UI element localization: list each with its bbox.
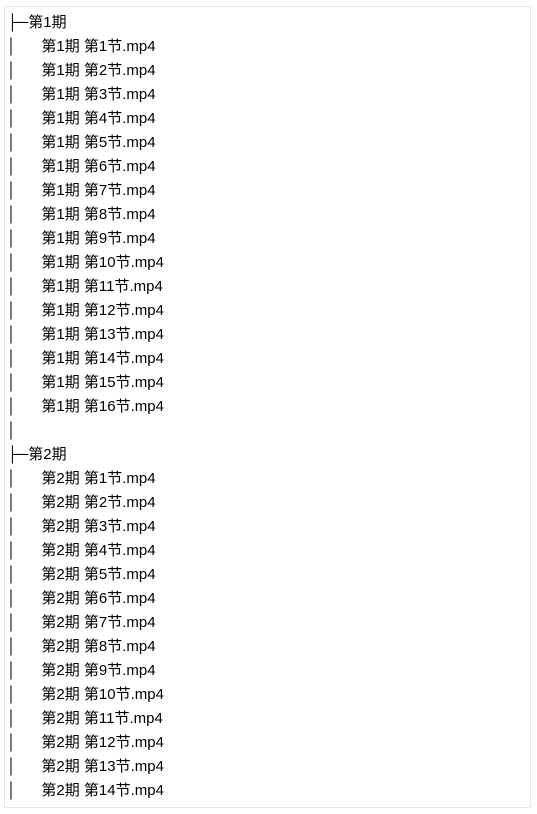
file-line: │ 第1期 第3节.mp4 bbox=[7, 83, 528, 107]
file-name: 第2期 第12节.mp4 bbox=[41, 734, 164, 751]
tree-prefix: │ bbox=[7, 590, 41, 607]
tree-prefix: │ bbox=[7, 638, 41, 655]
file-line: │ 第2期 第13节.mp4 bbox=[7, 755, 528, 779]
file-line: │ 第1期 第5节.mp4 bbox=[7, 131, 528, 155]
file-name: 第1期 第10节.mp4 bbox=[41, 254, 164, 271]
tree-prefix: ├─ bbox=[7, 14, 28, 31]
folder-line: ├─第2期 bbox=[7, 443, 528, 467]
file-name: 第2期 第9节.mp4 bbox=[41, 662, 155, 679]
tree-prefix: │ bbox=[7, 62, 41, 79]
file-line: │ 第1期 第1节.mp4 bbox=[7, 35, 528, 59]
folder-name: 第1期 bbox=[28, 14, 66, 31]
file-name: 第1期 第8节.mp4 bbox=[41, 206, 155, 223]
file-name: 第1期 第15节.mp4 bbox=[41, 374, 164, 391]
file-name: 第2期 第2节.mp4 bbox=[41, 494, 155, 511]
file-line: │ 第2期 第8节.mp4 bbox=[7, 635, 528, 659]
file-line: │ 第1期 第2节.mp4 bbox=[7, 59, 528, 83]
tree-prefix: │ bbox=[7, 350, 41, 367]
file-name: 第2期 第3节.mp4 bbox=[41, 518, 155, 535]
file-line: │ 第2期 第7节.mp4 bbox=[7, 611, 528, 635]
folder-line: ├─第1期 bbox=[7, 11, 528, 35]
file-name: 第2期 第14节.mp4 bbox=[41, 782, 164, 799]
file-name: 第1期 第7节.mp4 bbox=[41, 182, 155, 199]
tree-prefix: │ bbox=[7, 518, 41, 535]
tree-prefix: │ bbox=[7, 110, 41, 127]
file-line: │ 第2期 第2节.mp4 bbox=[7, 491, 528, 515]
file-name: 第2期 第13节.mp4 bbox=[41, 758, 164, 775]
file-line: │ 第2期 第5节.mp4 bbox=[7, 563, 528, 587]
file-name: 第2期 第4节.mp4 bbox=[41, 542, 155, 559]
tree-prefix: ├─ bbox=[7, 446, 28, 463]
tree-root: ├─第1期│ 第1期 第1节.mp4│ 第1期 第2节.mp4│ 第1期 第3节… bbox=[7, 11, 528, 803]
tree-prefix: │ bbox=[7, 782, 41, 799]
tree-prefix: │ bbox=[7, 374, 41, 391]
tree-prefix: │ bbox=[7, 710, 41, 727]
file-line: │ 第1期 第11节.mp4 bbox=[7, 275, 528, 299]
folder-name: 第2期 bbox=[28, 446, 66, 463]
tree-prefix: │ bbox=[7, 230, 41, 247]
file-name: 第1期 第6节.mp4 bbox=[41, 158, 155, 175]
file-name: 第2期 第7节.mp4 bbox=[41, 614, 155, 631]
file-line: │ 第2期 第1节.mp4 bbox=[7, 467, 528, 491]
tree-prefix: │ bbox=[7, 38, 41, 55]
tree-prefix: │ bbox=[7, 158, 41, 175]
tree-prefix: │ bbox=[7, 614, 41, 631]
file-name: 第1期 第4节.mp4 bbox=[41, 110, 155, 127]
tree-prefix: │ bbox=[7, 86, 41, 103]
file-name: 第2期 第6节.mp4 bbox=[41, 590, 155, 607]
file-name: 第1期 第14节.mp4 bbox=[41, 350, 164, 367]
tree-prefix: │ bbox=[7, 542, 41, 559]
file-name: 第1期 第13节.mp4 bbox=[41, 326, 164, 343]
tree-prefix: │ bbox=[7, 182, 41, 199]
file-line: │ 第1期 第15节.mp4 bbox=[7, 371, 528, 395]
file-line: │ 第1期 第10节.mp4 bbox=[7, 251, 528, 275]
tree-prefix: │ bbox=[7, 206, 41, 223]
file-name: 第1期 第3节.mp4 bbox=[41, 86, 155, 103]
tree-prefix: │ bbox=[7, 326, 41, 343]
tree-prefix: │ bbox=[7, 758, 41, 775]
tree-prefix: │ bbox=[7, 278, 41, 295]
file-name: 第1期 第11节.mp4 bbox=[41, 278, 162, 295]
tree-prefix: │ bbox=[7, 686, 41, 703]
file-line: │ 第1期 第12节.mp4 bbox=[7, 299, 528, 323]
file-line: │ 第1期 第16节.mp4 bbox=[7, 395, 528, 419]
tree-prefix: │ bbox=[7, 494, 41, 511]
file-line: │ 第2期 第6节.mp4 bbox=[7, 587, 528, 611]
file-line: │ 第1期 第8节.mp4 bbox=[7, 203, 528, 227]
file-line: │ 第1期 第13节.mp4 bbox=[7, 323, 528, 347]
file-name: 第2期 第5节.mp4 bbox=[41, 566, 155, 583]
file-name: 第2期 第10节.mp4 bbox=[41, 686, 164, 703]
file-line: │ 第1期 第9节.mp4 bbox=[7, 227, 528, 251]
file-name: 第2期 第11节.mp4 bbox=[41, 710, 162, 727]
file-name: 第1期 第1节.mp4 bbox=[41, 38, 155, 55]
tree-prefix: │ bbox=[7, 566, 41, 583]
tree-prefix: │ bbox=[7, 302, 41, 319]
file-line: │ 第2期 第14节.mp4 bbox=[7, 779, 528, 803]
file-line: │ 第2期 第11节.mp4 bbox=[7, 707, 528, 731]
file-line: │ 第2期 第4节.mp4 bbox=[7, 539, 528, 563]
file-line: │ 第1期 第6节.mp4 bbox=[7, 155, 528, 179]
file-name: 第2期 第1节.mp4 bbox=[41, 470, 155, 487]
tree-container: ├─第1期│ 第1期 第1节.mp4│ 第1期 第2节.mp4│ 第1期 第3节… bbox=[4, 6, 531, 808]
file-name: 第1期 第9节.mp4 bbox=[41, 230, 155, 247]
tree-prefix: │ bbox=[7, 470, 41, 487]
file-line: │ 第2期 第12节.mp4 bbox=[7, 731, 528, 755]
tree-prefix: │ bbox=[7, 254, 41, 271]
file-name: 第1期 第2节.mp4 bbox=[41, 62, 155, 79]
file-line: │ 第1期 第4节.mp4 bbox=[7, 107, 528, 131]
file-name: 第1期 第16节.mp4 bbox=[41, 398, 164, 415]
file-line: │ 第1期 第14节.mp4 bbox=[7, 347, 528, 371]
tree-prefix: │ bbox=[7, 134, 41, 151]
tree-prefix: │ bbox=[7, 662, 41, 679]
file-line: │ 第1期 第7节.mp4 bbox=[7, 179, 528, 203]
file-name: 第1期 第12节.mp4 bbox=[41, 302, 164, 319]
tree-prefix: │ bbox=[7, 398, 41, 415]
tree-spacer: │ bbox=[7, 419, 528, 443]
file-name: 第1期 第5节.mp4 bbox=[41, 134, 155, 151]
file-line: │ 第2期 第3节.mp4 bbox=[7, 515, 528, 539]
file-line: │ 第2期 第10节.mp4 bbox=[7, 683, 528, 707]
file-name: 第2期 第8节.mp4 bbox=[41, 638, 155, 655]
file-line: │ 第2期 第9节.mp4 bbox=[7, 659, 528, 683]
tree-prefix: │ bbox=[7, 734, 41, 751]
